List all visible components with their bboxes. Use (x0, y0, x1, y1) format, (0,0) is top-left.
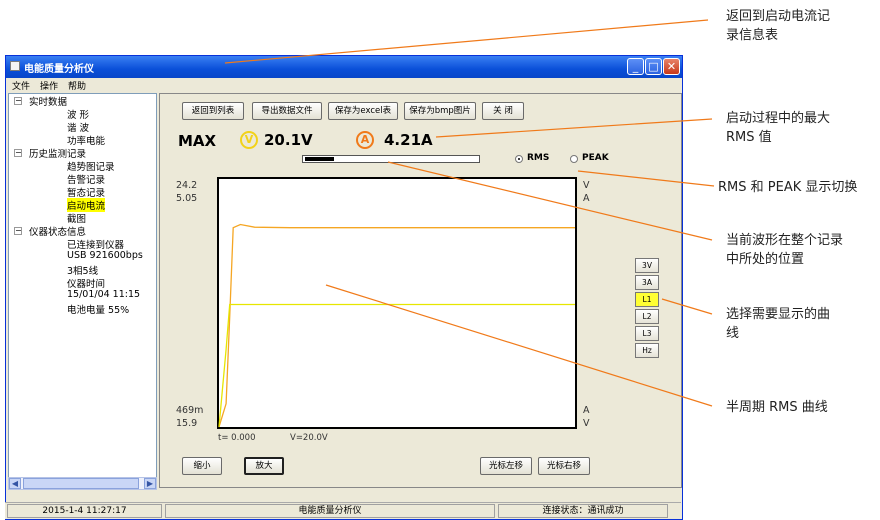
leader-back-to-list (224, 19, 709, 64)
annotation-position: 当前波形在整个记录 中所处的位置 (726, 231, 876, 269)
leader-rms-curve (325, 284, 713, 407)
annotation-rms-curve: 半周期 RMS 曲线 (726, 400, 828, 415)
annotation-max-rms-line2: RMS 值 (726, 130, 772, 145)
annotation-max-rms-line1: 启动过程中的最大 (726, 111, 831, 126)
annotation-curve-select-line2: 线 (726, 326, 740, 341)
annotation-curve-select-line1: 选择需要显示的曲 (726, 307, 831, 322)
annotation-back-to-list-line2: 录信息表 (726, 28, 779, 43)
leader-rms-peak (577, 170, 715, 187)
annotation-rms-peak: RMS 和 PEAK 显示切换 (718, 180, 858, 195)
leader-max-rms (435, 118, 713, 138)
annotation-position-line1: 当前波形在整个记录 (726, 233, 844, 248)
annotation-back-to-list: 返回到启动电流记 录信息表 (726, 7, 876, 45)
annotation-curve-select: 选择需要显示的曲 线 (726, 305, 876, 343)
annotation-back-to-list-line1: 返回到启动电流记 (726, 9, 831, 24)
leader-curve-select (661, 298, 713, 315)
leader-position (387, 161, 713, 241)
annotation-max-rms: 启动过程中的最大 RMS 值 (726, 109, 876, 147)
annotation-position-line2: 中所处的位置 (726, 252, 805, 267)
